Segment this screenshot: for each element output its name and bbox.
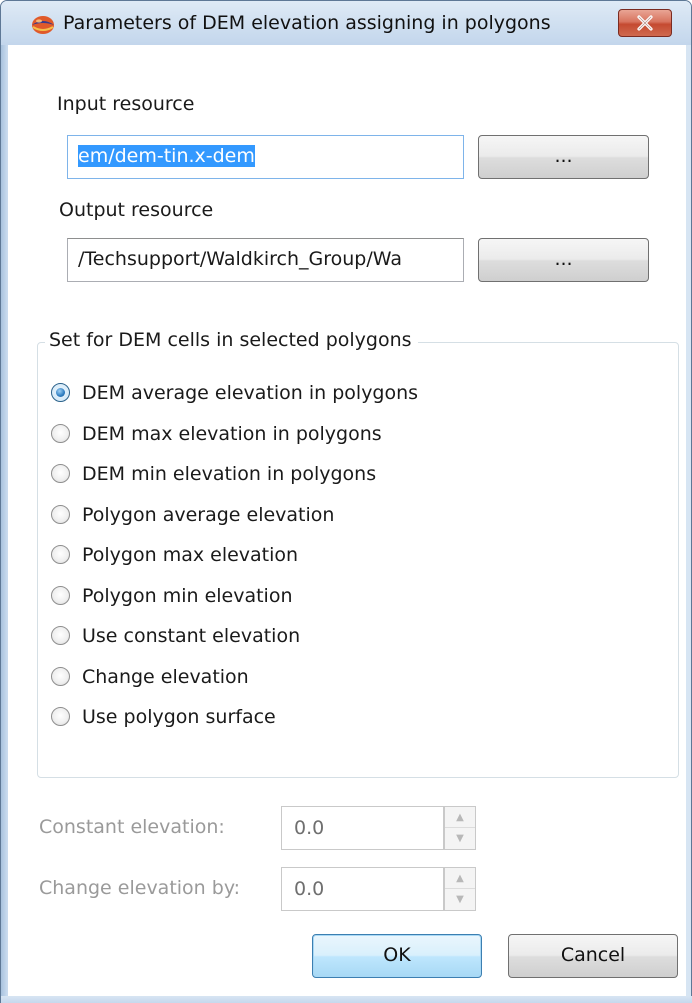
change-elevation-spinner[interactable]: ▲ ▼ xyxy=(444,867,476,911)
radio-button[interactable] xyxy=(51,423,70,443)
close-button[interactable] xyxy=(618,9,672,37)
spin-up-icon[interactable]: ▲ xyxy=(445,807,475,828)
constant-elevation-label: Constant elevation: xyxy=(39,816,225,838)
spin-down-icon[interactable]: ▼ xyxy=(445,828,475,849)
input-resource-label: Input resource xyxy=(57,93,195,115)
app-globe-icon xyxy=(32,16,54,34)
ok-button[interactable]: OK xyxy=(312,934,482,978)
output-resource-value: /Techsupport/Waldkirch_Group/Wa xyxy=(78,248,402,270)
radio-button[interactable] xyxy=(51,464,70,483)
input-resource-value: em/dem-tin.x-dem xyxy=(78,145,255,167)
mode-option-label: Change elevation xyxy=(82,665,249,688)
output-resource-label: Output resource xyxy=(59,199,214,221)
cancel-button[interactable]: Cancel xyxy=(508,934,678,978)
input-resource-field[interactable]: em/dem-tin.x-dem xyxy=(67,135,464,179)
radio-button[interactable] xyxy=(51,504,70,524)
change-elevation-label: Change elevation by: xyxy=(39,877,241,899)
constant-elevation-spinner[interactable]: ▲ ▼ xyxy=(444,806,476,850)
mode-group-title: Set for DEM cells in selected polygons xyxy=(45,329,418,351)
change-elevation-input[interactable]: 0.0 xyxy=(281,867,444,911)
input-browse-button[interactable]: ... xyxy=(478,135,649,179)
mode-option-label: Polygon min elevation xyxy=(82,584,293,607)
close-icon xyxy=(637,15,653,31)
radio-button[interactable] xyxy=(51,666,70,686)
dialog-window: Parameters of DEM elevation assigning in… xyxy=(0,0,692,1003)
window-title: Parameters of DEM elevation assigning in… xyxy=(63,12,551,34)
mode-option-label: DEM min elevation in polygons xyxy=(82,463,377,485)
spin-up-icon[interactable]: ▲ xyxy=(445,868,475,889)
constant-elevation-input[interactable]: 0.0 xyxy=(281,806,444,850)
mode-option-label: Polygon max elevation xyxy=(82,544,299,566)
output-browse-button[interactable]: ... xyxy=(478,238,649,282)
output-resource-field[interactable]: /Techsupport/Waldkirch_Group/Wa xyxy=(67,238,464,282)
title-bar[interactable]: Parameters of DEM elevation assigning in… xyxy=(1,1,691,45)
radio-button[interactable] xyxy=(51,383,70,402)
radio-button[interactable] xyxy=(51,545,70,564)
radio-button[interactable] xyxy=(51,707,70,726)
window-bottom-border xyxy=(1,996,692,1003)
mode-option-label: Use polygon surface xyxy=(82,706,276,728)
radio-button[interactable] xyxy=(51,585,70,605)
mode-option-label: Polygon average elevation xyxy=(82,503,335,526)
spin-down-icon[interactable]: ▼ xyxy=(445,889,475,910)
mode-option-label: DEM average elevation in polygons xyxy=(82,382,419,404)
radio-button[interactable] xyxy=(51,626,70,645)
mode-option-label: DEM max elevation in polygons xyxy=(82,422,382,445)
mode-option-label: Use constant elevation xyxy=(82,625,301,647)
